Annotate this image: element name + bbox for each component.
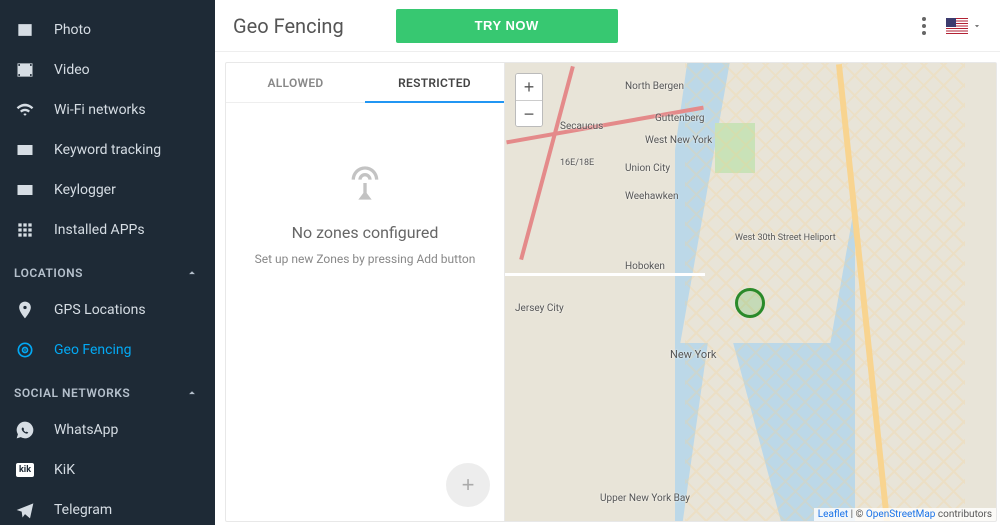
keyboard-icon [14, 139, 36, 161]
whatsapp-icon [14, 419, 36, 441]
add-zone-button[interactable]: + [446, 463, 490, 507]
leaflet-link[interactable]: Leaflet [818, 509, 848, 520]
photo-icon [14, 19, 36, 41]
flag-us-icon [946, 18, 968, 34]
language-selector[interactable] [946, 18, 982, 34]
section-header-locations[interactable]: LOCATIONS [0, 250, 215, 290]
main: Geo Fencing TRY NOW ALLOWED RESTRICTED [215, 0, 1000, 525]
sidebar-item-label: Installed APPs [54, 222, 145, 238]
chevron-up-icon [183, 264, 201, 282]
sidebar-item-label: GPS Locations [54, 302, 146, 318]
sidebar-item-installed-apps[interactable]: Installed APPs [0, 210, 215, 250]
pin-icon [14, 299, 36, 321]
tab-restricted[interactable]: RESTRICTED [365, 63, 504, 102]
zoom-control: + − [515, 73, 543, 127]
zoom-out-button[interactable]: − [516, 100, 542, 126]
antenna-icon [345, 163, 385, 203]
apps-icon [14, 219, 36, 241]
map[interactable]: North Bergen Guttenberg Secaucus West Ne… [505, 62, 997, 522]
empty-title: No zones configured [292, 223, 439, 242]
sidebar-item-kik[interactable]: kik KiK [0, 450, 215, 490]
video-icon [14, 59, 36, 81]
kik-icon: kik [14, 459, 36, 481]
map-label: Guttenberg [655, 113, 705, 124]
section-label: SOCIAL NETWORKS [14, 386, 130, 400]
empty-subtitle: Set up new Zones by pressing Add button [255, 252, 476, 266]
send-icon [14, 499, 36, 521]
osm-link[interactable]: OpenStreetMap [866, 509, 936, 520]
map-label: Weehawken [625, 191, 679, 202]
topbar: Geo Fencing TRY NOW [215, 0, 1000, 52]
sidebar-item-label: Telegram [54, 502, 112, 518]
map-label: West New York [645, 135, 712, 146]
map-label: Upper New York Bay [600, 493, 690, 504]
caret-down-icon [972, 21, 982, 31]
try-now-button[interactable]: TRY NOW [396, 9, 618, 43]
sidebar-item-label: Video [54, 62, 90, 78]
sidebar-item-keylogger[interactable]: Keylogger [0, 170, 215, 210]
sidebar-item-label: Keylogger [54, 182, 116, 198]
map-label: North Bergen [625, 81, 684, 92]
sidebar-item-label: Photo [54, 22, 91, 38]
sidebar-item-label: KiK [54, 462, 75, 478]
sidebar-item-video[interactable]: Video [0, 50, 215, 90]
sidebar-item-label: Geo Fencing [54, 342, 132, 358]
map-attribution: Leaflet | © OpenStreetMap contributors [814, 508, 996, 521]
sidebar-item-telegram[interactable]: Telegram [0, 490, 215, 525]
map-label: Hoboken [625, 261, 665, 272]
empty-state: No zones configured Set up new Zones by … [226, 103, 504, 521]
map-label: Union City [625, 163, 670, 174]
kebab-menu[interactable] [914, 11, 934, 41]
map-label: Secaucus [560, 121, 603, 132]
zoom-in-button[interactable]: + [516, 74, 542, 100]
wifi-icon [14, 99, 36, 121]
map-label: West 30th Street Heliport [735, 233, 836, 243]
target-icon [14, 339, 36, 361]
geo-fence-marker[interactable] [735, 288, 765, 318]
tab-allowed[interactable]: ALLOWED [226, 63, 365, 102]
section-label: LOCATIONS [14, 266, 83, 280]
map-label: New York [670, 348, 717, 361]
sidebar-item-label: WhatsApp [54, 422, 118, 438]
sidebar-item-keyword-tracking[interactable]: Keyword tracking [0, 130, 215, 170]
sidebar-item-label: Wi-Fi networks [54, 102, 146, 118]
sidebar: Photo Video Wi-Fi networks Keyword track… [0, 0, 215, 525]
sidebar-item-whatsapp[interactable]: WhatsApp [0, 410, 215, 450]
section-header-social[interactable]: SOCIAL NETWORKS [0, 370, 215, 410]
zones-panel: ALLOWED RESTRICTED No zones configured S… [225, 62, 505, 522]
sidebar-item-label: Keyword tracking [54, 142, 161, 158]
sidebar-item-photo[interactable]: Photo [0, 10, 215, 50]
map-label: 16E/18E [560, 158, 594, 168]
sidebar-item-geo-fencing[interactable]: Geo Fencing [0, 330, 215, 370]
page-title: Geo Fencing [233, 14, 344, 38]
chevron-up-icon [183, 384, 201, 402]
sidebar-item-gps-locations[interactable]: GPS Locations [0, 290, 215, 330]
map-label: Jersey City [515, 303, 564, 314]
keyboard-icon [14, 179, 36, 201]
sidebar-item-wifi[interactable]: Wi-Fi networks [0, 90, 215, 130]
